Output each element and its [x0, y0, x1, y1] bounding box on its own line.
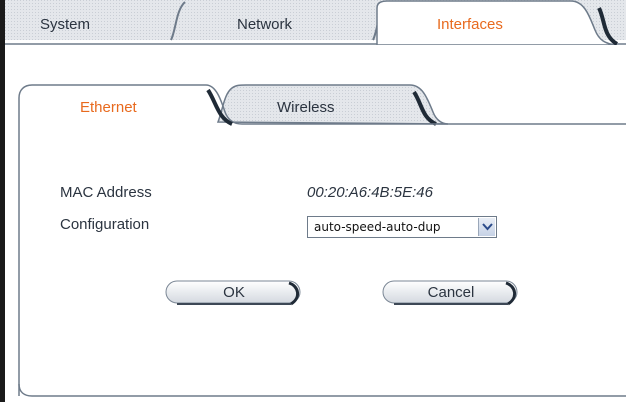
tab-network[interactable]: Network: [237, 16, 292, 33]
tab-system[interactable]: System: [40, 16, 90, 33]
window-edge: [0, 0, 5, 402]
tab-wireless[interactable]: Wireless: [277, 99, 335, 116]
cancel-button-label: Cancel: [427, 284, 475, 301]
mac-address-label: MAC Address: [60, 184, 152, 201]
interfaces-page: System Network Interfaces Ethernet Wirel…: [0, 0, 626, 402]
panel-graphic: [18, 84, 626, 397]
ok-button-label: OK: [223, 284, 245, 301]
interfaces-panel: Ethernet Wireless: [18, 84, 626, 397]
configuration-select[interactable]: auto-speed-auto-dup: [307, 216, 497, 238]
ok-button[interactable]: OK: [165, 280, 303, 306]
top-tab-bar-graphic: [5, 0, 626, 45]
top-tab-bar: System Network Interfaces: [5, 0, 626, 45]
chevron-down-icon: [482, 223, 493, 231]
tab-interfaces[interactable]: Interfaces: [437, 16, 503, 33]
configuration-select-value: auto-speed-auto-dup: [314, 220, 441, 234]
tab-ethernet[interactable]: Ethernet: [80, 99, 137, 116]
cancel-button[interactable]: Cancel: [382, 280, 520, 306]
mac-address-value: 00:20:A6:4B:5E:46: [307, 184, 433, 201]
configuration-label: Configuration: [60, 216, 150, 233]
dropdown-button[interactable]: [478, 218, 495, 236]
